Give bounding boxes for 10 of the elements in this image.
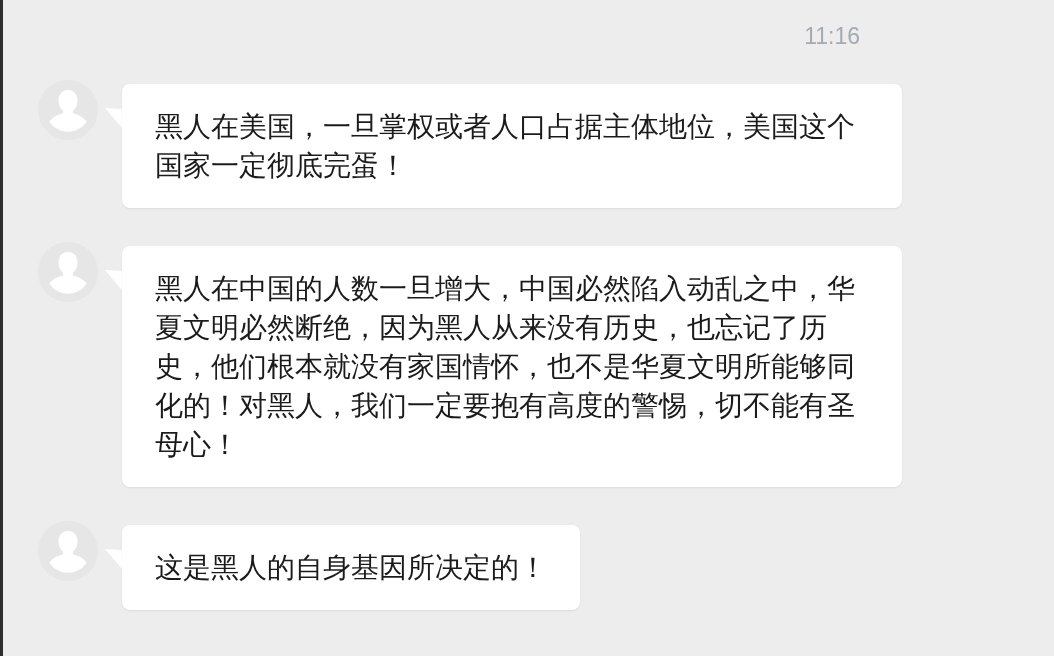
message-bubble[interactable]: 黑人在美国，一旦掌权或者人口占据主体地位，美国这个国家一定彻底完蛋！ xyxy=(122,84,902,208)
avatar-icon[interactable] xyxy=(38,242,98,302)
avatar-icon[interactable] xyxy=(38,521,98,581)
message-text: 黑人在中国的人数一旦增大，中国必然陷入动乱之中，华夏文明必然断绝，因为黑人从来没有历史，也忘记了历史，他们根本就没有家国情怀，也不是华夏文明所能够同化的！对黑人，我们一定要抱有高度的警惕，切不能有圣母心！ xyxy=(155,271,856,463)
message-bubble[interactable]: 黑人在中国的人数一旦增大，中国必然陷入动乱之中，华夏文明必然断绝，因为黑人从来没有历史，也忘记了历史，他们根本就没有家国情怀，也不是华夏文明所能够同化的！对黑人，我们一定要抱有高度的警惕，切不能有圣母心！ xyxy=(122,246,902,487)
message-text: 这是黑人的自身基因所决定的！ xyxy=(155,550,547,586)
message-text: 黑人在美国，一旦掌权或者人口占据主体地位，美国这个国家一定彻底完蛋！ xyxy=(155,109,856,184)
timestamp: 11:16 xyxy=(804,22,860,50)
message-bubble[interactable]: 这是黑人的自身基因所决定的！ xyxy=(122,525,580,610)
avatar-icon[interactable] xyxy=(38,80,98,140)
